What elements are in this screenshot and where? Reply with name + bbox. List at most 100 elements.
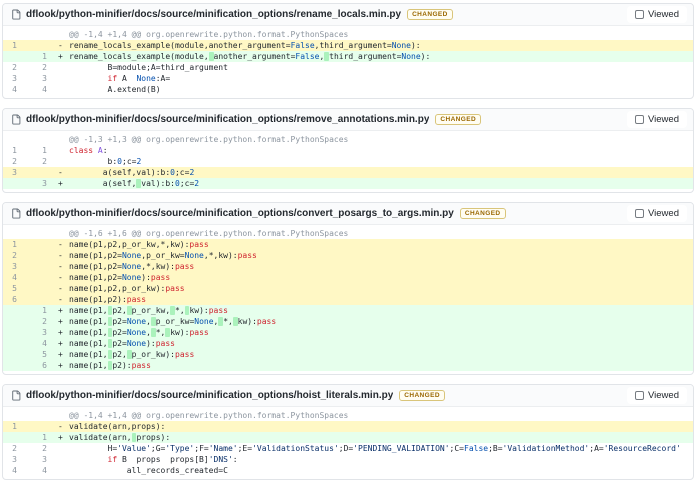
code-token: ;B= (488, 444, 502, 453)
new-line-number: 1 (29, 432, 55, 443)
code-token: *, (175, 306, 185, 315)
code-token: 'Value' (117, 444, 151, 453)
code-line: name(p1, p2=None, *, kw):pass (69, 327, 693, 338)
code-line: B=module;A=third_argument (69, 62, 693, 73)
diff-line-add: 5+name(p1, p2, p_or_kw):pass (3, 349, 693, 360)
old-line-number: 1 (3, 239, 29, 250)
code-line: @@ -1,4 +1,4 @@ org.openrewrite.python.f… (69, 29, 693, 40)
code-token: name(p1,p2= (69, 251, 122, 260)
code-token: rename_locals_example(module, (69, 52, 209, 61)
viewed-checkbox[interactable] (635, 209, 644, 218)
new-line-number (29, 134, 55, 145)
new-line-number: 1 (29, 51, 55, 62)
diff-line-ctx: 22 B=module;A=third_argument (3, 62, 693, 73)
diff-line-del: 1-rename_locals_example(module,another_a… (3, 40, 693, 51)
code-token: ,*,kw): (204, 251, 238, 260)
code-token: pass (127, 295, 146, 304)
new-line-number: 5 (29, 349, 55, 360)
new-line-number: 4 (29, 338, 55, 349)
code-token: None (194, 317, 213, 326)
diff-sign (55, 156, 69, 167)
code-line: @@ -1,6 +1,6 @@ org.openrewrite.python.f… (69, 228, 693, 239)
code-token: ;C= (450, 444, 464, 453)
code-token: name(p1, (69, 350, 108, 359)
code-token: ,p_or_kw= (141, 251, 184, 260)
old-line-number: 2 (3, 156, 29, 167)
code-line: A.extend(B) (69, 84, 693, 95)
code-token (69, 74, 108, 83)
code-token: ): (141, 273, 151, 282)
file-path[interactable]: dflook/python-minifier/docs/source/minif… (26, 208, 454, 219)
old-line-number: 5 (3, 283, 29, 294)
file-icon (11, 114, 21, 125)
code-token: if (108, 455, 118, 464)
code-line: name(p1, p2):pass (69, 360, 693, 371)
diff-line-del: 3- a(self,val):b:0;c=2 (3, 167, 693, 178)
new-line-number: 2 (29, 316, 55, 327)
new-line-number: 3 (29, 178, 55, 189)
diff-sign (55, 145, 69, 156)
file-path[interactable]: dflook/python-minifier/docs/source/minif… (26, 114, 429, 125)
code-token: None (127, 328, 146, 337)
hunk-header: @@ -1,3 +1,3 @@ org.openrewrite.python.f… (3, 134, 693, 145)
viewed-checkbox[interactable] (635, 391, 644, 400)
viewed-checkbox[interactable] (635, 10, 644, 19)
new-line-number (29, 167, 55, 178)
diff-line-add: 3+ a(self, val):b:0;c=2 (3, 178, 693, 189)
code-line: validate(arn, props): (69, 432, 693, 443)
code-token: pass (175, 350, 194, 359)
viewed-checkbox[interactable] (635, 115, 644, 124)
new-line-number (29, 250, 55, 261)
viewed-toggle[interactable]: Viewed (627, 111, 687, 128)
file-diff-card: dflook/python-minifier/docs/source/minif… (2, 3, 694, 99)
diff-sign: + (55, 51, 69, 62)
old-line-number: 3 (3, 73, 29, 84)
code-token: ;D= (339, 444, 353, 453)
code-line: a(self,val):b:0;c=2 (69, 167, 693, 178)
code-token: val):b: (141, 179, 175, 188)
viewed-toggle[interactable]: Viewed (627, 6, 687, 23)
diff-line-del: 6-name(p1,p2):pass (3, 294, 693, 305)
code-token: 'ResourceRecord' (604, 444, 681, 453)
code-line: name(p1,p2=None,p_or_kw=None,*,kw):pass (69, 250, 693, 261)
diff-sign: - (55, 283, 69, 294)
diff-line-ctx: 44 all_records_created=C (3, 465, 693, 476)
old-line-number (3, 228, 29, 239)
diff-line-del: 2-name(p1,p2=None,p_or_kw=None,*,kw):pas… (3, 250, 693, 261)
diff-line-ctx: 33 if B props props[B]'DNS': (3, 454, 693, 465)
code-token: name(p1,p2): (69, 295, 127, 304)
code-line: a(self, val):b:0;c=2 (69, 178, 693, 189)
code-line: name(p1,p2=None):pass (69, 272, 693, 283)
code-line: name(p1, p2=None):pass (69, 338, 693, 349)
code-token: ;G= (151, 444, 165, 453)
viewed-toggle[interactable]: Viewed (627, 387, 687, 404)
file-icon (11, 9, 21, 20)
code-token: :A= (156, 74, 170, 83)
code-token: H= (69, 444, 117, 453)
code-line: rename_locals_example(module, another_ar… (69, 51, 693, 62)
code-token: B=module;A=third_argument (69, 63, 228, 72)
diff-line-ctx: 33 if A None:A= (3, 73, 693, 84)
diff-sign: + (55, 305, 69, 316)
old-line-number: 4 (3, 272, 29, 283)
code-token: 'Type' (165, 444, 194, 453)
code-token: ;E= (238, 444, 252, 453)
file-path[interactable]: dflook/python-minifier/docs/source/minif… (26, 9, 401, 20)
code-token: 'ValidationStatus' (252, 444, 339, 453)
code-token: validate(arn,props): (69, 422, 165, 431)
code-token: B props props[B] (117, 455, 209, 464)
code-token: 'Name' (209, 444, 238, 453)
code-token: name(p1, (69, 339, 108, 348)
viewed-toggle[interactable]: Viewed (627, 205, 687, 222)
diff-line-ctx: 11class A: (3, 145, 693, 156)
code-token: name(p1, (69, 328, 108, 337)
code-line: name(p1,p2,p_or_kw,*,kw):pass (69, 239, 693, 250)
file-header: dflook/python-minifier/docs/source/minif… (3, 203, 693, 225)
code-token: name(p1,p2,p_or_kw,*,kw): (69, 240, 189, 249)
file-path[interactable]: dflook/python-minifier/docs/source/minif… (26, 390, 393, 401)
old-line-number (3, 29, 29, 40)
code-token: pass (156, 339, 175, 348)
new-line-number (29, 410, 55, 421)
code-token: pass (165, 284, 184, 293)
viewed-label: Viewed (648, 208, 679, 219)
